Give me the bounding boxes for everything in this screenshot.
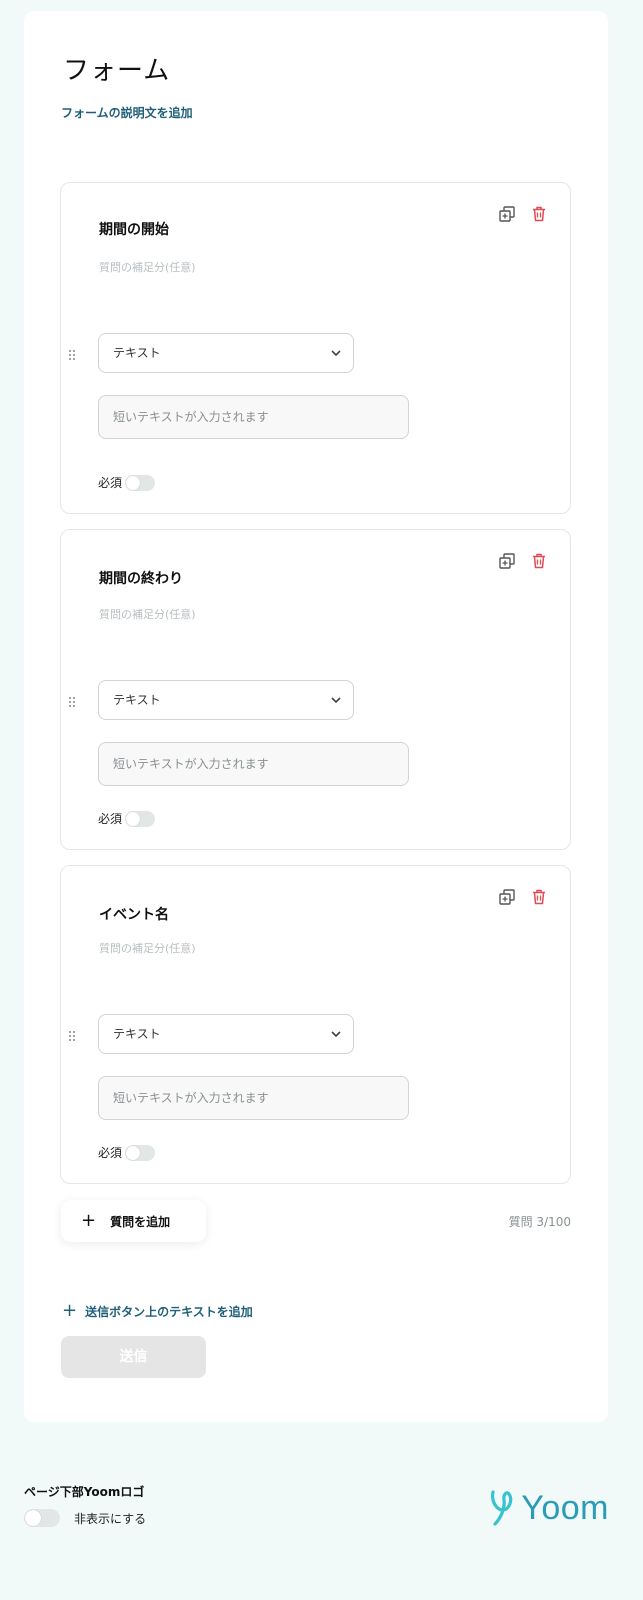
add-question-button[interactable]: + 質問を追加 bbox=[61, 1200, 206, 1242]
duplicate-icon[interactable] bbox=[498, 552, 516, 570]
question-count: 質問 3/100 bbox=[508, 1215, 571, 1229]
add-description-link[interactable]: フォームの説明文を追加 bbox=[61, 104, 193, 121]
select-value: テキスト bbox=[113, 693, 161, 707]
duplicate-icon[interactable] bbox=[498, 888, 516, 906]
question-card[interactable]: イベント名 質問の補足分(任意) テキスト 短いテキストが入力されます 必須 bbox=[60, 865, 571, 1184]
required-toggle[interactable] bbox=[125, 810, 156, 827]
required-row: 必須 bbox=[98, 474, 156, 491]
required-label: 必須 bbox=[98, 812, 123, 826]
required-toggle[interactable] bbox=[125, 474, 156, 491]
select-value: テキスト bbox=[113, 346, 161, 360]
chevron-down-icon bbox=[331, 697, 341, 704]
chevron-down-icon bbox=[331, 350, 341, 357]
answer-preview-input: 短いテキストが入力されます bbox=[98, 1076, 409, 1120]
plus-icon: + bbox=[81, 1210, 97, 1231]
select-value: テキスト bbox=[113, 1027, 161, 1041]
question-title[interactable]: 期間の開始 bbox=[99, 219, 169, 239]
drag-handle-icon[interactable] bbox=[68, 696, 76, 708]
question-subtitle[interactable]: 質問の補足分(任意) bbox=[99, 940, 196, 956]
yoom-logo-text: Yoom bbox=[521, 1488, 609, 1527]
footer-toggle-row: 非表示にする bbox=[24, 1509, 146, 1527]
question-card[interactable]: 期間の開始 質問の補足分(任意) テキスト 短いテキストが入力されます 必須 bbox=[60, 182, 571, 514]
hide-logo-label: 非表示にする bbox=[74, 1511, 147, 1526]
footer-logo-setting-title: ページ下部Yoomロゴ bbox=[24, 1485, 145, 1499]
question-type-select[interactable]: テキスト bbox=[98, 1014, 354, 1054]
add-question-label: 質問を追加 bbox=[110, 1214, 171, 1229]
answer-preview-input: 短いテキストが入力されます bbox=[98, 742, 409, 786]
required-label: 必須 bbox=[98, 1146, 123, 1160]
required-toggle[interactable] bbox=[125, 1144, 156, 1161]
question-type-select[interactable]: テキスト bbox=[98, 333, 354, 373]
answer-preview-input: 短いテキストが入力されます bbox=[98, 395, 409, 439]
question-title[interactable]: 期間の終わり bbox=[99, 568, 183, 588]
yoom-logo: Yoom bbox=[489, 1488, 609, 1528]
drag-handle-icon[interactable] bbox=[68, 349, 76, 361]
trash-icon[interactable] bbox=[530, 888, 548, 906]
question-actions bbox=[498, 552, 548, 570]
drag-handle-icon[interactable] bbox=[68, 1030, 76, 1042]
chevron-down-icon bbox=[331, 1031, 341, 1038]
question-actions bbox=[498, 888, 548, 906]
required-row: 必須 bbox=[98, 1144, 156, 1161]
add-submit-text-label: 送信ボタン上のテキストを追加 bbox=[85, 1304, 253, 1319]
question-subtitle[interactable]: 質問の補足分(任意) bbox=[99, 606, 196, 622]
form-title[interactable]: フォーム bbox=[63, 50, 170, 87]
submit-button[interactable]: 送信 bbox=[61, 1336, 206, 1378]
required-label: 必須 bbox=[98, 476, 123, 490]
question-title[interactable]: イベント名 bbox=[99, 904, 169, 924]
required-row: 必須 bbox=[98, 810, 156, 827]
plus-icon: + bbox=[62, 1300, 78, 1321]
question-actions bbox=[498, 205, 548, 223]
question-subtitle[interactable]: 質問の補足分(任意) bbox=[99, 259, 196, 275]
trash-icon[interactable] bbox=[530, 552, 548, 570]
question-type-select[interactable]: テキスト bbox=[98, 680, 354, 720]
hide-logo-toggle[interactable] bbox=[24, 1509, 60, 1527]
page: フォーム フォームの説明文を追加 期間の開始 質問の補足分(任意) テキスト 短… bbox=[0, 0, 643, 1600]
add-submit-text-link[interactable]: + 送信ボタン上のテキストを追加 bbox=[62, 1302, 253, 1320]
trash-icon[interactable] bbox=[530, 205, 548, 223]
duplicate-icon[interactable] bbox=[498, 205, 516, 223]
yoom-logo-icon bbox=[491, 1490, 513, 1526]
question-card[interactable]: 期間の終わり 質問の補足分(任意) テキスト 短いテキストが入力されます 必須 bbox=[60, 529, 571, 850]
